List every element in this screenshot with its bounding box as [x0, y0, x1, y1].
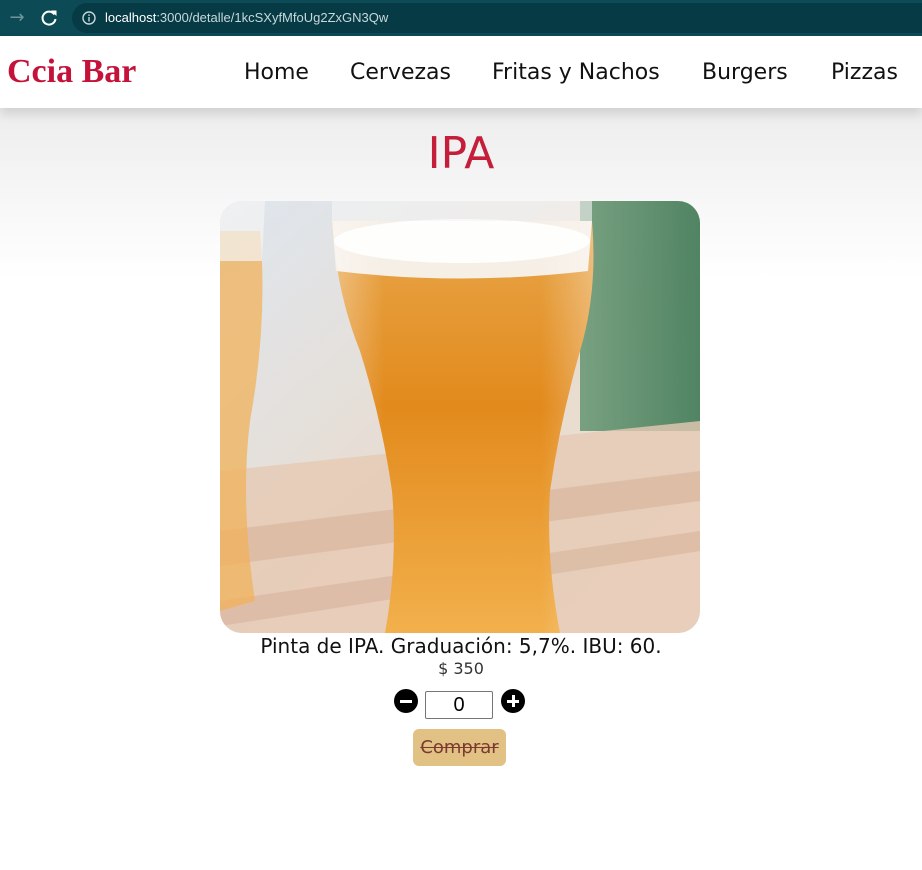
quantity-input[interactable]: [425, 691, 493, 719]
url-path: :3000/detalle/1kcSXyfMfoUg2ZxGN3Qw: [156, 10, 389, 25]
url-host: localhost: [105, 10, 157, 25]
product-description: Pinta de IPA. Graduación: 5,7%. IBU: 60.: [260, 634, 662, 658]
minus-bar: [400, 699, 412, 703]
info-icon[interactable]: [82, 11, 96, 25]
address-bar[interactable]: localhost:3000/detalle/1kcSXyfMfoUg2ZxGN…: [72, 3, 922, 33]
nav-links: Home Cervezas Fritas y Nachos Burgers Pi…: [0, 58, 922, 88]
product-title: IPA: [427, 128, 495, 179]
nav-link-home[interactable]: Home: [244, 58, 309, 88]
buy-button[interactable]: Comprar: [413, 729, 506, 766]
back-arrow-icon[interactable]: →: [7, 8, 27, 28]
nav-link-burgers[interactable]: Burgers: [702, 58, 788, 88]
nav-link-cervezas[interactable]: Cervezas: [350, 58, 451, 88]
beer-glass-photo: [220, 201, 700, 633]
reload-icon[interactable]: [39, 8, 59, 28]
browser-toolbar: → localhost:3000/detalle/1kcSXyfMfoUg2Zx…: [0, 0, 922, 36]
site-navbar: Ccia Bar Home Cervezas Fritas y Nachos B…: [0, 36, 922, 108]
url-text: localhost:3000/detalle/1kcSXyfMfoUg2ZxGN…: [105, 9, 388, 27]
plus-circle-icon[interactable]: [501, 689, 525, 713]
nav-link-fritas-y-nachos[interactable]: Fritas y Nachos: [492, 58, 660, 88]
minus-circle-icon[interactable]: [394, 689, 418, 713]
plus-bar-vertical: [511, 695, 515, 707]
product-price: $ 350: [438, 659, 484, 678]
quantity-stepper: [0, 688, 922, 722]
product-image: [220, 201, 700, 633]
nav-link-pizzas[interactable]: Pizzas: [831, 58, 898, 88]
